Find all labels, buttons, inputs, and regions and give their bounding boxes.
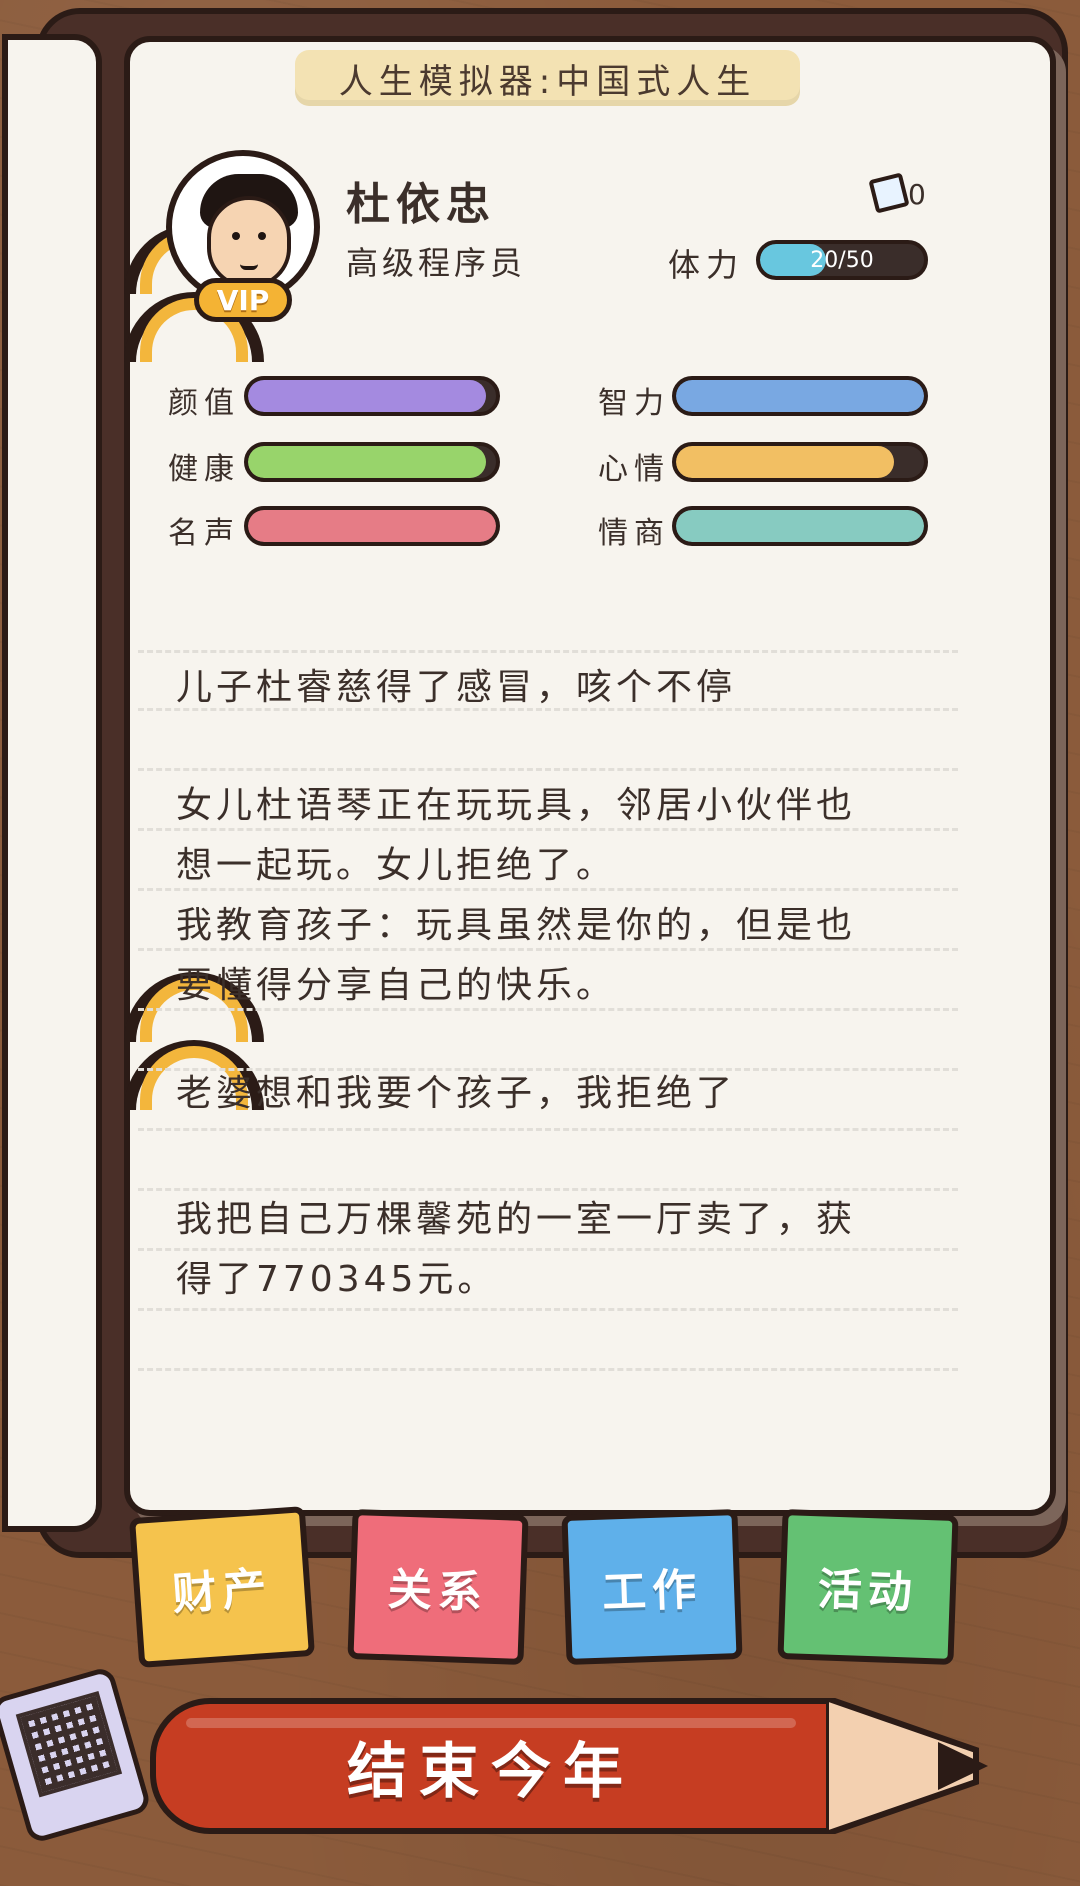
- attr-fill-eq: [676, 510, 924, 542]
- tab-relationships[interactable]: 关系: [347, 1508, 529, 1666]
- tab-assets[interactable]: 财产: [128, 1506, 316, 1668]
- journal-entry: 我把自己万棵馨苑的一室一厅卖了，获 得了770345元。: [176, 1199, 857, 1300]
- end-year-button[interactable]: 结束今年: [150, 1698, 1000, 1834]
- attr-label-eq: 情商: [598, 516, 670, 551]
- attr-bar-fame: [244, 506, 500, 546]
- vip-badge[interactable]: VIP: [194, 278, 292, 322]
- attr-bar-health: [244, 442, 500, 482]
- attr-bar-mood: [672, 442, 928, 482]
- journal-log[interactable]: 儿子杜睿慈得了感冒，咳个不停 女儿杜语琴正在玩玩具，邻居小伙伴也 想一起玩。女儿…: [138, 650, 958, 1371]
- journal-entry: 女儿杜语琴正在玩玩具，邻居小伙伴也 想一起玩。女儿拒绝了。 我教育孩子：玩具虽然…: [176, 785, 857, 1006]
- tab-work[interactable]: 工作: [561, 1508, 743, 1666]
- attr-fill-health: [248, 446, 487, 478]
- attr-label-appearance: 颜值: [168, 386, 240, 421]
- game-title: 人生模拟器:中国式人生: [338, 61, 757, 102]
- attr-fill-fame: [248, 510, 496, 542]
- attr-label-health: 健康: [168, 452, 240, 487]
- notebook-left-page: [2, 34, 102, 1532]
- attr-label-fame: 名声: [168, 516, 240, 551]
- player-name: 杜依忠: [346, 179, 496, 230]
- attr-bar-eq: [672, 506, 928, 546]
- ticket-count: 0: [908, 178, 926, 211]
- stamina-bar: 20/50: [756, 240, 928, 280]
- stamina-text: 20/50: [810, 247, 874, 273]
- player-avatar[interactable]: VIP: [166, 150, 320, 322]
- attr-fill-appearance: [248, 380, 487, 412]
- end-year-label: 结束今年: [347, 1736, 635, 1807]
- attr-label-intelligence: 智力: [598, 386, 670, 421]
- attr-fill-intelligence: [676, 380, 924, 412]
- tab-activities[interactable]: 活动: [777, 1508, 959, 1666]
- attr-label-mood: 心情: [598, 452, 670, 487]
- attr-fill-mood: [676, 446, 895, 478]
- player-job: 高级程序员: [346, 244, 527, 282]
- game-title-banner: 人生模拟器:中国式人生: [295, 50, 800, 106]
- attr-bar-intelligence: [672, 376, 928, 416]
- pencil-tip-icon: [826, 1698, 988, 1834]
- journal-entry: 儿子杜睿慈得了感冒，咳个不停: [176, 667, 737, 708]
- qr-code-icon: [15, 1690, 123, 1798]
- journal-entry: 老婆想和我要个孩子，我拒绝了: [176, 1073, 737, 1114]
- stamina-label: 体力: [668, 246, 745, 284]
- attr-bar-appearance: [244, 376, 500, 416]
